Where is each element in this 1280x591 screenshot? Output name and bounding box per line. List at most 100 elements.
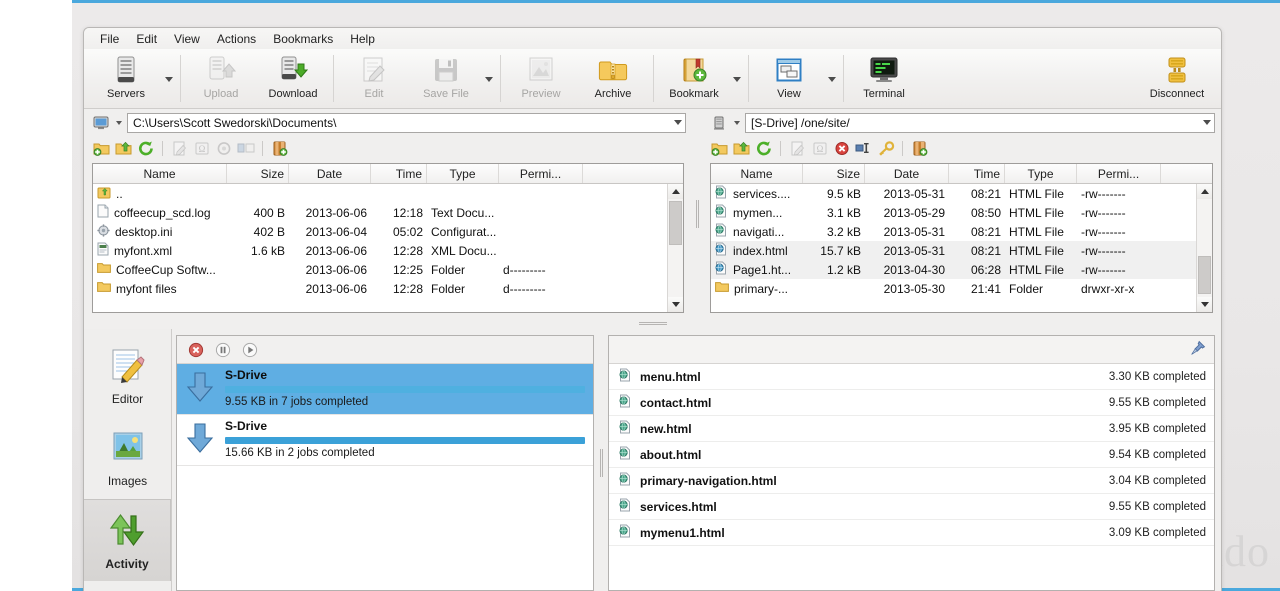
table-row[interactable]: primary-... 2013-05-30 21:41 Folder drwx… [711, 279, 1196, 298]
panes-vertical-splitter[interactable] [692, 109, 702, 319]
local-path-input[interactable]: C:\Users\Scott Swedorski\Documents\ [127, 113, 686, 133]
column-header-type[interactable]: Type [1005, 164, 1077, 183]
table-row[interactable]: .. [93, 184, 667, 203]
download-button[interactable]: Download [257, 51, 329, 108]
horizontal-splitter[interactable] [84, 319, 1221, 329]
rename-field-icon[interactable] [854, 139, 873, 158]
table-row[interactable]: myfont files 2013-06-06 12:28 Folder d--… [93, 279, 667, 298]
scrollbar-thumb[interactable] [669, 201, 682, 245]
list-item[interactable]: services.html 9.55 KB completed [609, 494, 1214, 520]
list-item[interactable]: mymenu1.html 3.09 KB completed [609, 520, 1214, 546]
queue-job[interactable]: S-Drive 9.55 KB in 7 jobs completed [177, 364, 593, 415]
servers-button[interactable]: Servers [90, 51, 162, 108]
menu-file[interactable]: File [92, 30, 127, 48]
list-item[interactable]: primary-navigation.html 3.04 KB complete… [609, 468, 1214, 494]
scrollbar-thumb[interactable] [1198, 256, 1211, 294]
column-header-type[interactable]: Type [427, 164, 499, 183]
local-scrollbar[interactable] [667, 184, 683, 312]
table-row[interactable]: myfont.xml 1.6 kB 2013-06-06 12:28 XML D… [93, 241, 667, 260]
archive-add-icon[interactable] [270, 139, 289, 158]
refresh-icon[interactable] [754, 139, 773, 158]
column-header-size[interactable]: Size [227, 164, 289, 183]
table-row[interactable]: desktop.ini 402 B 2013-06-04 05:02 Confi… [93, 222, 667, 241]
list-item[interactable]: new.html 3.95 KB completed [609, 416, 1214, 442]
column-header-permissions[interactable]: Permi... [499, 164, 583, 183]
disconnect-button[interactable]: Disconnect [1141, 51, 1213, 100]
table-row[interactable]: index.html 15.7 kB 2013-05-31 08:21 HTML… [711, 241, 1196, 260]
rename-field-icon[interactable] [236, 139, 255, 158]
properties-icon[interactable]: Ω [810, 139, 829, 158]
column-header-permissions[interactable]: Permi... [1077, 164, 1161, 183]
compare-icon[interactable] [214, 139, 233, 158]
pause-button[interactable] [214, 341, 232, 359]
delete-icon[interactable] [832, 139, 851, 158]
chevron-down-icon[interactable] [674, 120, 682, 125]
menu-help[interactable]: Help [342, 30, 383, 48]
open-folder-icon[interactable] [114, 139, 133, 158]
table-row[interactable]: mymen... 3.1 kB 2013-05-29 08:50 HTML Fi… [711, 203, 1196, 222]
scroll-down-button[interactable] [1197, 297, 1212, 312]
list-item[interactable]: about.html 9.54 KB completed [609, 442, 1214, 468]
upload-button[interactable]: Upload [185, 51, 257, 108]
chevron-down-icon[interactable] [1203, 120, 1211, 125]
table-row[interactable]: CoffeeCup Softw... 2013-06-06 12:25 Fold… [93, 260, 667, 279]
new-folder-icon[interactable] [92, 139, 111, 158]
file-time: 21:41 [970, 281, 1001, 296]
properties-icon[interactable]: Ω [192, 139, 211, 158]
stop-button[interactable] [187, 341, 205, 359]
queue-vertical-splitter[interactable] [594, 335, 608, 591]
menu-edit[interactable]: Edit [128, 30, 165, 48]
column-header-name[interactable]: Name [711, 164, 803, 183]
sidebar-item-images[interactable]: Images [84, 417, 171, 499]
menu-actions[interactable]: Actions [209, 30, 264, 48]
queue-job[interactable]: S-Drive 15.66 KB in 2 jobs completed [177, 415, 593, 466]
menu-view[interactable]: View [166, 30, 208, 48]
scroll-up-button[interactable] [1197, 184, 1212, 199]
list-item[interactable]: menu.html 3.30 KB completed [609, 364, 1214, 390]
queue-job-info: S-Drive 15.66 KB in 2 jobs completed [225, 419, 585, 459]
save-file-button[interactable]: Save File [410, 51, 482, 108]
column-header-size[interactable]: Size [803, 164, 865, 183]
column-header-time[interactable]: Time [949, 164, 1005, 183]
remote-history-dropdown[interactable] [731, 121, 742, 125]
servers-dropdown-arrow[interactable] [162, 51, 176, 108]
column-header-date[interactable]: Date [865, 164, 949, 183]
new-folder-icon[interactable] [710, 139, 729, 158]
open-folder-icon[interactable] [732, 139, 751, 158]
bottom-section: Editor Images Activity S-Drive 9.55 KB i… [84, 329, 1221, 591]
pin-icon[interactable] [1190, 340, 1206, 359]
table-row[interactable]: navigati... 3.2 kB 2013-05-31 08:21 HTML… [711, 222, 1196, 241]
local-file-list[interactable]: Name Size Date Time Type Permi... .. cof… [92, 163, 684, 313]
remote-path-input[interactable]: [S-Drive] /one/site/ [745, 113, 1215, 133]
bookmark-dropdown-arrow[interactable] [730, 51, 744, 108]
table-row[interactable]: Page1.ht... 1.2 kB 2013-04-30 06:28 HTML… [711, 260, 1196, 279]
column-header-name[interactable]: Name [93, 164, 227, 183]
local-history-dropdown[interactable] [113, 121, 124, 125]
table-row[interactable]: services.... 9.5 kB 2013-05-31 08:21 HTM… [711, 184, 1196, 203]
table-row[interactable]: coffeecup_scd.log 400 B 2013-06-06 12:18… [93, 203, 667, 222]
scroll-up-button[interactable] [668, 184, 683, 199]
remote-file-list[interactable]: Name Size Date Time Type Permi... servic… [710, 163, 1213, 313]
sidebar-item-activity[interactable]: Activity [84, 499, 171, 581]
menu-bookmarks[interactable]: Bookmarks [265, 30, 341, 48]
remote-scrollbar[interactable] [1196, 184, 1212, 312]
archive-add-icon[interactable] [910, 139, 929, 158]
edit-button[interactable]: Edit [338, 51, 410, 108]
list-item[interactable]: contact.html 9.55 KB completed [609, 390, 1214, 416]
edit-file-icon[interactable] [170, 139, 189, 158]
play-button[interactable] [241, 341, 259, 359]
save-file-dropdown-arrow[interactable] [482, 51, 496, 108]
view-dropdown-arrow[interactable] [825, 51, 839, 108]
edit-file-icon[interactable] [788, 139, 807, 158]
archive-button[interactable]: Archive [577, 51, 649, 108]
preview-button[interactable]: Preview [505, 51, 577, 108]
refresh-icon[interactable] [136, 139, 155, 158]
sidebar-item-editor[interactable]: Editor [84, 335, 171, 417]
column-header-date[interactable]: Date [289, 164, 371, 183]
permissions-icon[interactable] [876, 139, 895, 158]
column-header-time[interactable]: Time [371, 164, 427, 183]
scroll-down-button[interactable] [668, 297, 683, 312]
terminal-button[interactable]: Terminal [848, 51, 920, 108]
view-button[interactable]: View [753, 51, 825, 108]
bookmark-button[interactable]: Bookmark [658, 51, 730, 108]
